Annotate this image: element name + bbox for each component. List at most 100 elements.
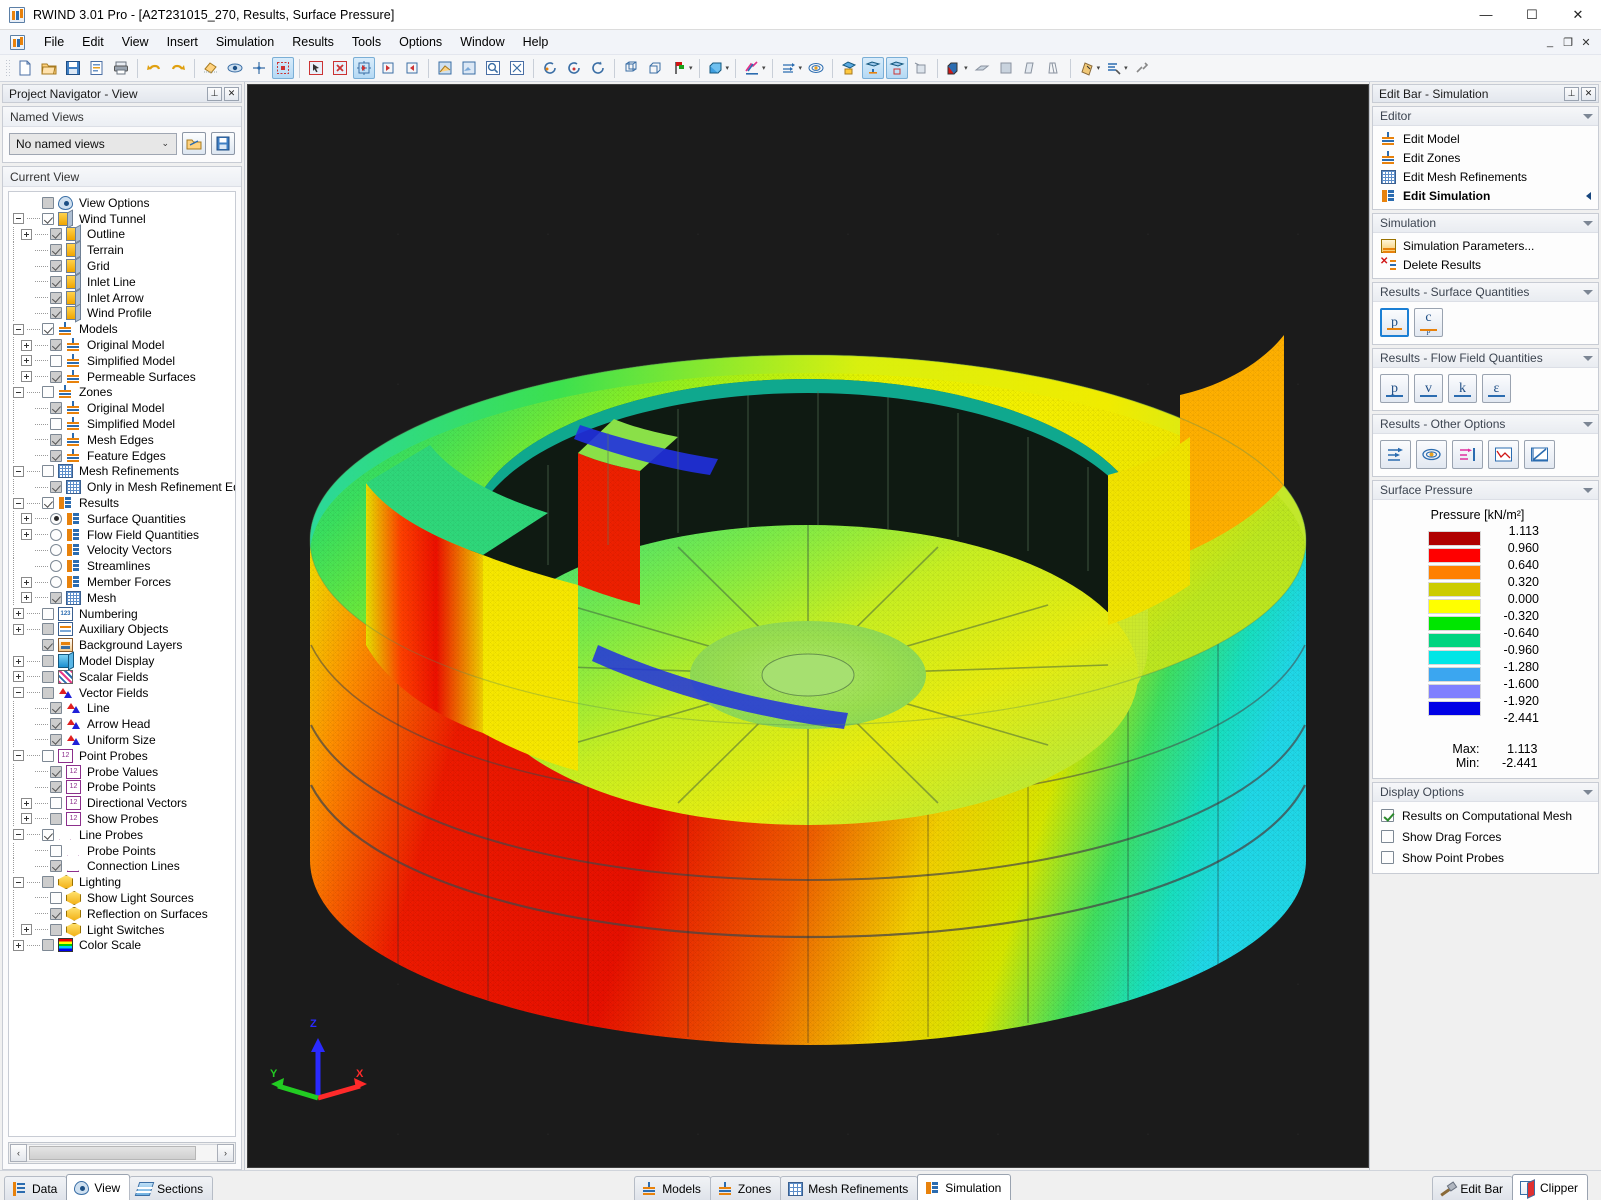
- zoom-region-icon[interactable]: [482, 57, 504, 79]
- mdi-minimize-button[interactable]: _: [1541, 33, 1559, 51]
- tree-expander-plus-icon[interactable]: [21, 797, 32, 809]
- result-box-icon[interactable]: [886, 57, 909, 79]
- results-on-computational-mesh-checkbox[interactable]: [1381, 809, 1394, 822]
- tree-expander-minus-icon[interactable]: [13, 213, 24, 225]
- tree-item-background-layers[interactable]: Background Layers: [13, 637, 235, 653]
- pin-panel-button[interactable]: ⊥: [207, 86, 222, 101]
- edit-model-item[interactable]: Edit Model: [1373, 129, 1598, 148]
- new-file-icon[interactable]: [14, 57, 36, 79]
- settings-icon[interactable]: [1131, 57, 1153, 79]
- tree-expander-plus-icon[interactable]: [21, 813, 32, 825]
- manage-views-icon[interactable]: [182, 132, 206, 155]
- tree-item-show-light-sources[interactable]: Show Light Sources: [13, 890, 235, 906]
- mdi-close-button[interactable]: ✕: [1577, 33, 1595, 51]
- collapse-triangle-icon[interactable]: [1583, 789, 1593, 795]
- menu-view[interactable]: View: [113, 32, 158, 52]
- tree-item-color-scale[interactable]: Color Scale: [13, 937, 235, 953]
- rotate-view-icon[interactable]: [353, 57, 375, 79]
- delete-results-item[interactable]: Delete Results: [1373, 255, 1598, 274]
- undo-icon[interactable]: [143, 57, 165, 79]
- tree-checkbox[interactable]: [42, 196, 54, 209]
- tree-expander-plus-icon[interactable]: [21, 513, 32, 525]
- menu-edit[interactable]: Edit: [73, 32, 113, 52]
- tree-expander-plus-icon[interactable]: [13, 608, 24, 620]
- tree-checkbox[interactable]: [42, 876, 54, 889]
- tab-data[interactable]: Data: [4, 1176, 68, 1200]
- close-button[interactable]: ✕: [1555, 0, 1601, 30]
- result-chart-icon[interactable]: [1524, 440, 1555, 469]
- menu-window[interactable]: Window: [451, 32, 513, 52]
- tree-checkbox[interactable]: [42, 465, 54, 478]
- tree-item-probe-points[interactable]: 12 Probe Points: [13, 779, 235, 796]
- tree-radio[interactable]: [50, 544, 62, 557]
- tree-expander-plus-icon[interactable]: [13, 939, 24, 951]
- tree-item-flow-field-quantities[interactable]: Flow Field Quantities: [13, 526, 235, 543]
- tree-expander-plus-icon[interactable]: [21, 529, 32, 541]
- tree-expander-plus-icon[interactable]: [21, 228, 32, 240]
- menu-tools[interactable]: Tools: [343, 32, 390, 52]
- tree-checkbox[interactable]: [42, 686, 54, 699]
- other-options-header[interactable]: Results - Other Options: [1373, 415, 1598, 434]
- flow-field-quantities-header[interactable]: Results - Flow Field Quantities: [1373, 349, 1598, 368]
- tree-item-velocity-vectors[interactable]: Velocity Vectors: [13, 542, 235, 559]
- tree-checkbox[interactable]: [42, 623, 54, 636]
- tree-item-probe-values[interactable]: 12 Probe Values: [13, 763, 235, 780]
- tree-checkbox[interactable]: [50, 275, 62, 288]
- show-drag-forces-item[interactable]: Show Drag Forces: [1373, 826, 1598, 847]
- tree-checkbox[interactable]: [42, 749, 54, 762]
- tree-item-terrain[interactable]: Terrain: [13, 242, 235, 259]
- color-cube-icon[interactable]: [943, 57, 965, 79]
- edit-bar-pin-button[interactable]: ⊥: [1564, 86, 1579, 101]
- tab-clipper[interactable]: Clipper: [1512, 1174, 1589, 1200]
- perspective-icon[interactable]: [644, 57, 666, 79]
- tree-item-numbering[interactable]: 123 Numbering: [13, 606, 235, 622]
- tree-item-vector-fields[interactable]: Vector Fields: [13, 685, 235, 701]
- scalar-field-icon[interactable]: [741, 57, 763, 79]
- tab-sections[interactable]: Sections: [129, 1176, 214, 1200]
- rotate-view-3-icon[interactable]: [401, 57, 423, 79]
- tree-expander-minus-icon[interactable]: [13, 876, 24, 888]
- rotate-left-icon[interactable]: [539, 57, 561, 79]
- deselect-icon[interactable]: [329, 57, 351, 79]
- tree-radio[interactable]: [50, 528, 62, 541]
- close-panel-button[interactable]: ✕: [224, 86, 239, 101]
- tree-item-inlet-line[interactable]: Inlet Line: [13, 273, 235, 290]
- tree-item-results[interactable]: Results: [13, 495, 235, 511]
- collapse-triangle-icon[interactable]: [1583, 487, 1593, 493]
- refresh-icon[interactable]: [587, 57, 609, 79]
- tree-checkbox[interactable]: [42, 670, 54, 683]
- tree-item-surface-quantities[interactable]: Surface Quantities: [13, 510, 235, 527]
- tree-checkbox[interactable]: [50, 860, 62, 873]
- box-view-icon[interactable]: [705, 57, 727, 79]
- solid-icon[interactable]: [995, 57, 1017, 79]
- collapse-triangle-icon[interactable]: [1583, 220, 1593, 226]
- streamlines-icon[interactable]: [1416, 440, 1447, 469]
- tree-checkbox[interactable]: [50, 812, 62, 825]
- tree-item-lighting[interactable]: Lighting: [13, 874, 235, 890]
- tree-checkbox[interactable]: [50, 244, 62, 257]
- mdi-document-icon[interactable]: [10, 34, 25, 50]
- tree-item-original-model[interactable]: Original Model: [13, 400, 235, 417]
- tree-item-original-model[interactable]: Original Model: [13, 337, 235, 353]
- editor-group-header[interactable]: Editor: [1373, 107, 1598, 126]
- tree-horizontal-scrollbar[interactable]: ‹ ›: [8, 1142, 236, 1164]
- tree-checkbox[interactable]: [50, 354, 62, 367]
- tree-item-wind-profile[interactable]: Wind Profile: [13, 305, 235, 322]
- tree-item-uniform-size[interactable]: Uniform Size: [13, 732, 235, 748]
- tree-checkbox[interactable]: [42, 607, 54, 620]
- tab-mesh-refinements[interactable]: Mesh Refinements: [780, 1176, 919, 1200]
- show-point-probes-checkbox[interactable]: [1381, 851, 1394, 864]
- tab-simulation[interactable]: Simulation: [917, 1174, 1012, 1200]
- tree-item-mesh-edges[interactable]: Mesh Edges: [13, 431, 235, 448]
- turbulence-eps-button[interactable]: ε: [1482, 374, 1511, 403]
- edit-mesh-refinements-item[interactable]: Edit Mesh Refinements: [1373, 167, 1598, 186]
- tree-checkbox[interactable]: [42, 386, 54, 399]
- tree-expander-minus-icon[interactable]: [13, 829, 24, 841]
- tree-checkbox[interactable]: [50, 291, 62, 304]
- save-icon[interactable]: [62, 57, 84, 79]
- menu-help[interactable]: Help: [514, 32, 558, 52]
- tree-item-mesh[interactable]: Mesh: [13, 589, 235, 606]
- tools-icon[interactable]: [1103, 57, 1125, 79]
- tree-checkbox[interactable]: [50, 591, 62, 604]
- surface-pressure-header[interactable]: Surface Pressure: [1373, 481, 1598, 500]
